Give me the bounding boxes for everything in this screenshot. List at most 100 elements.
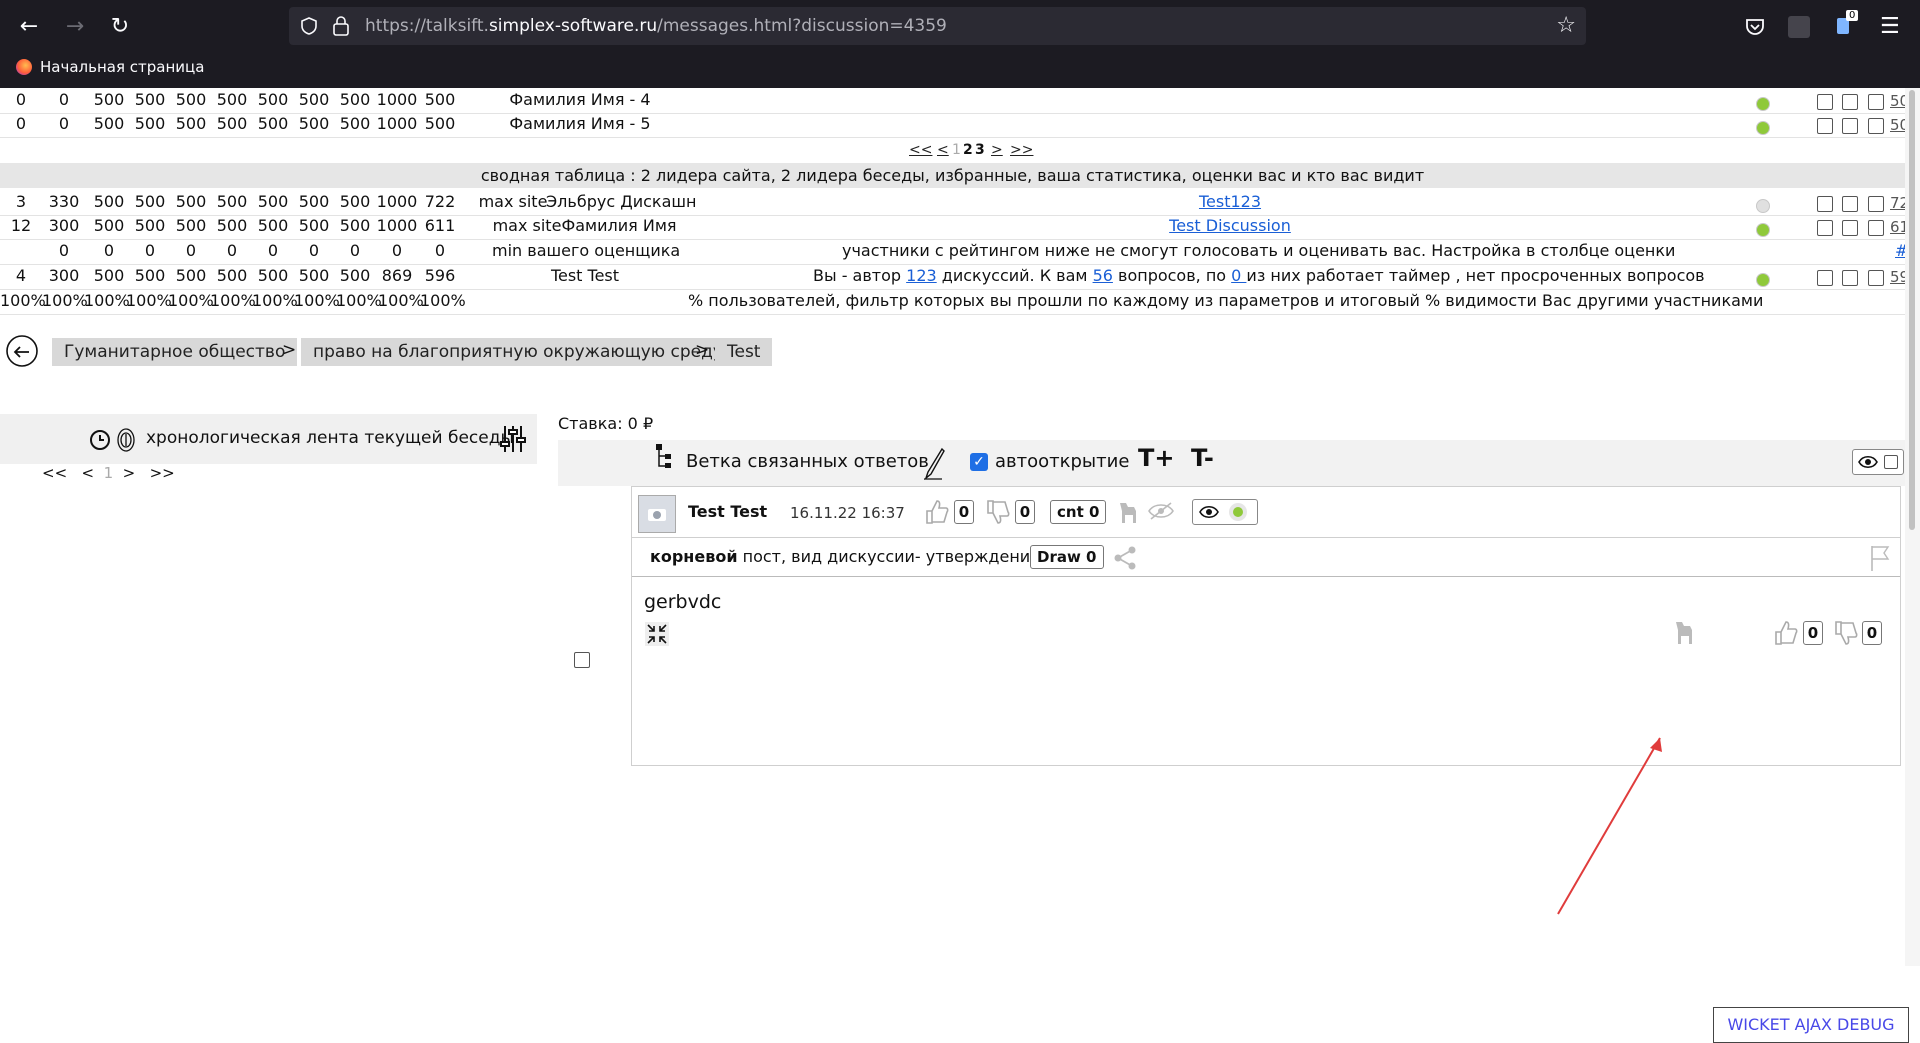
breadcrumb-item-current[interactable]: Test xyxy=(715,338,773,366)
cnt-badge[interactable]: cnt 0 xyxy=(1050,500,1107,524)
forward-icon[interactable]: → xyxy=(58,10,92,44)
bookmark-home[interactable]: Начальная страница xyxy=(16,58,204,76)
status-dot xyxy=(1756,199,1770,213)
font-decrease-button[interactable]: T- xyxy=(1191,444,1214,472)
checkbox[interactable] xyxy=(1842,220,1858,236)
pager-last[interactable]: >> xyxy=(150,464,175,482)
checkbox[interactable] xyxy=(1842,118,1858,134)
checkbox[interactable] xyxy=(1842,270,1858,286)
reply-tree-header: Ветка связанных ответов ✓ автооткрытие T… xyxy=(558,440,1910,486)
fingerprint-icon[interactable] xyxy=(115,426,137,454)
checkbox[interactable] xyxy=(1817,220,1833,236)
thumbs-up-icon[interactable] xyxy=(925,499,949,525)
sliders-icon[interactable] xyxy=(500,424,526,454)
tree-icon[interactable] xyxy=(654,442,674,470)
font-increase-button[interactable]: T+ xyxy=(1138,444,1174,472)
status-dot xyxy=(1756,121,1770,135)
back-icon[interactable]: ← xyxy=(12,10,46,44)
pager-first[interactable]: << xyxy=(42,464,67,482)
reload-icon[interactable]: ↻ xyxy=(103,10,137,44)
chrono-feed-title: хронологическая лента текущей беседы xyxy=(146,428,514,448)
draw-badge[interactable]: Draw 0 xyxy=(1030,545,1104,569)
flag-icon[interactable] xyxy=(1868,544,1892,572)
checkbox[interactable] xyxy=(1817,118,1833,134)
breadcrumb-separator: > xyxy=(695,340,710,360)
url-bar[interactable]: https://talksift.simplex-software.ru/mes… xyxy=(289,7,1586,45)
breadcrumb-item[interactable]: Гуманитарное общество xyxy=(52,338,298,366)
wicket-debug-button[interactable]: WICKET AJAX DEBUG xyxy=(1713,1007,1909,1043)
shield-icon[interactable] xyxy=(299,16,319,36)
table-row: 0 0 500 500 500 500 500 500 500 1000 500… xyxy=(0,90,1919,114)
star-bookmark-icon[interactable]: ☆ xyxy=(1556,13,1576,38)
extension-icon[interactable] xyxy=(1788,16,1810,38)
post-header: Test Test 16.11.22 16:37 0 0 cnt 0 xyxy=(632,487,1900,538)
min-evaluator-row: 0 0 0 0 0 0 0 0 0 0 min вашего оценщика … xyxy=(0,241,1908,265)
checkbox[interactable] xyxy=(1868,118,1884,134)
share-icon[interactable] xyxy=(1112,545,1138,571)
participant-name: Фамилия Имя - 4 xyxy=(509,90,651,109)
back-circle-icon[interactable] xyxy=(5,334,39,368)
timer-questions-link[interactable]: 0 xyxy=(1231,266,1246,285)
checkbox[interactable] xyxy=(1842,94,1858,110)
pager-page-1: 1 xyxy=(952,142,961,158)
eye-icon[interactable] xyxy=(1858,454,1878,470)
checkbox[interactable] xyxy=(1868,196,1884,212)
self-summary: Вы - автор 123 дискуссий. К вам 56 вопро… xyxy=(813,266,1705,285)
checkbox[interactable] xyxy=(1868,270,1884,286)
url-text[interactable]: https://talksift.simplex-software.ru/mes… xyxy=(365,16,947,36)
pocket-icon[interactable] xyxy=(1742,14,1768,40)
pager-prev[interactable]: < xyxy=(937,142,949,158)
visibility-checkbox[interactable] xyxy=(1884,455,1898,469)
dislikes-count: 0 xyxy=(1862,621,1882,645)
pager-page-3[interactable]: 3 xyxy=(975,142,985,158)
pager-prev[interactable]: < xyxy=(81,464,94,482)
checkbox[interactable] xyxy=(1868,94,1884,110)
eye-icon xyxy=(1199,505,1219,519)
collapse-icon[interactable] xyxy=(645,622,669,646)
breadcrumb-item[interactable]: право на благоприятную окружающую среду xyxy=(301,338,735,366)
checkbox[interactable] xyxy=(1868,220,1884,236)
autoopen-checkbox[interactable]: ✓ xyxy=(970,453,988,471)
menu-icon[interactable]: ☰ xyxy=(1880,14,1906,40)
discussion-link[interactable]: Test123 xyxy=(1160,192,1300,211)
page-scrollbar[interactable] xyxy=(1905,88,1920,966)
pager-first[interactable]: << xyxy=(909,142,932,158)
checkbox[interactable] xyxy=(1817,94,1833,110)
post-visibility-toggle[interactable] xyxy=(1192,499,1258,525)
camera-icon xyxy=(648,509,666,521)
eye-slash-icon[interactable] xyxy=(1147,501,1175,521)
browser-chrome: ← → ↻ https://talksift.simplex-software.… xyxy=(0,0,1920,88)
thumbs-down-icon[interactable] xyxy=(1834,620,1858,646)
questions-link[interactable]: 56 xyxy=(1093,266,1113,285)
pager-next[interactable]: > xyxy=(991,142,1003,158)
scrollbar-thumb[interactable] xyxy=(1909,90,1915,530)
pager-page-2[interactable]: 2 xyxy=(963,142,973,158)
table-row: 12 300 500 500 500 500 500 500 500 1000 … xyxy=(0,216,1919,240)
avatar[interactable] xyxy=(638,495,676,533)
thumbs-up-icon[interactable] xyxy=(1774,620,1798,646)
thumbs-down-icon[interactable] xyxy=(986,499,1010,525)
pencil-icon[interactable] xyxy=(922,446,946,480)
discussion-link[interactable]: Test Discussion xyxy=(1160,216,1300,235)
chrono-feed-panel: хронологическая лента текущей беседы xyxy=(0,414,537,464)
lock-icon[interactable] xyxy=(332,15,350,37)
select-post-checkbox[interactable] xyxy=(574,652,590,668)
visibility-toggle[interactable] xyxy=(1852,449,1904,475)
clipboard-extension-icon[interactable]: 0 xyxy=(1834,10,1860,40)
dislikes-count: 0 xyxy=(1015,500,1035,524)
post-author[interactable]: Test Test xyxy=(688,502,767,521)
checkbox[interactable] xyxy=(1842,196,1858,212)
firefox-icon xyxy=(16,59,32,75)
authored-discussions-link[interactable]: 123 xyxy=(906,266,937,285)
visibility-percent-row: 100% 100% 100% 100% 100% 100% 100% 100% … xyxy=(0,291,1905,315)
dog-icon[interactable] xyxy=(1672,618,1696,646)
dog-icon[interactable] xyxy=(1116,499,1140,525)
pager-last[interactable]: >> xyxy=(1010,142,1033,158)
annotation-arrow xyxy=(1557,737,1662,915)
clock-icon[interactable] xyxy=(88,428,112,452)
table-row: 3 330 500 500 500 500 500 500 500 1000 7… xyxy=(0,192,1919,216)
pager-next[interactable]: > xyxy=(123,464,136,482)
checkbox[interactable] xyxy=(1817,270,1833,286)
participant-name: Фамилия Имя - 5 xyxy=(509,114,651,133)
checkbox[interactable] xyxy=(1817,196,1833,212)
